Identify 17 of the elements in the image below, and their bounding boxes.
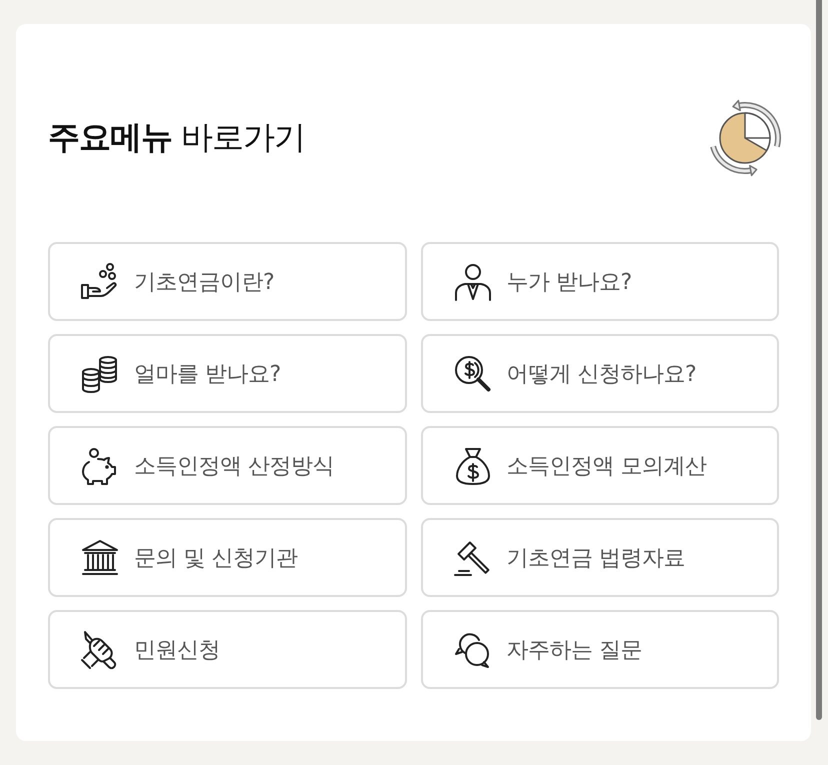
menu-button[interactable]: 얼마를 받나요? bbox=[48, 334, 406, 413]
menu-button[interactable]: 기초연금 법령자료 bbox=[420, 518, 779, 597]
section-title: 주요메뉴 바로가기 bbox=[48, 117, 306, 158]
menu-button[interactable]: 문의 및 신청기관 bbox=[48, 518, 406, 597]
menu-button[interactable]: 소득인정액 산정방식 bbox=[48, 426, 406, 505]
menu-button[interactable]: 소득인정액 모의계산 bbox=[420, 426, 779, 505]
menu-button[interactable]: 누가 받나요? bbox=[420, 242, 779, 321]
menu-button[interactable]: 민원신청 bbox=[48, 610, 406, 689]
coin-stacks-icon bbox=[80, 354, 120, 394]
menu-button[interactable]: 기초연금이란? bbox=[48, 242, 406, 321]
menu-button[interactable]: 어떻게 신청하나요? bbox=[420, 334, 779, 413]
businessman-icon bbox=[452, 262, 492, 302]
scrollbar-thumb[interactable] bbox=[816, 0, 822, 720]
dollar-magnifier-icon bbox=[452, 354, 492, 394]
menu-button[interactable]: 자주하는 질문 bbox=[420, 610, 779, 689]
bank-building-icon bbox=[80, 538, 120, 578]
pie-chart-arrows-icon bbox=[707, 98, 783, 178]
